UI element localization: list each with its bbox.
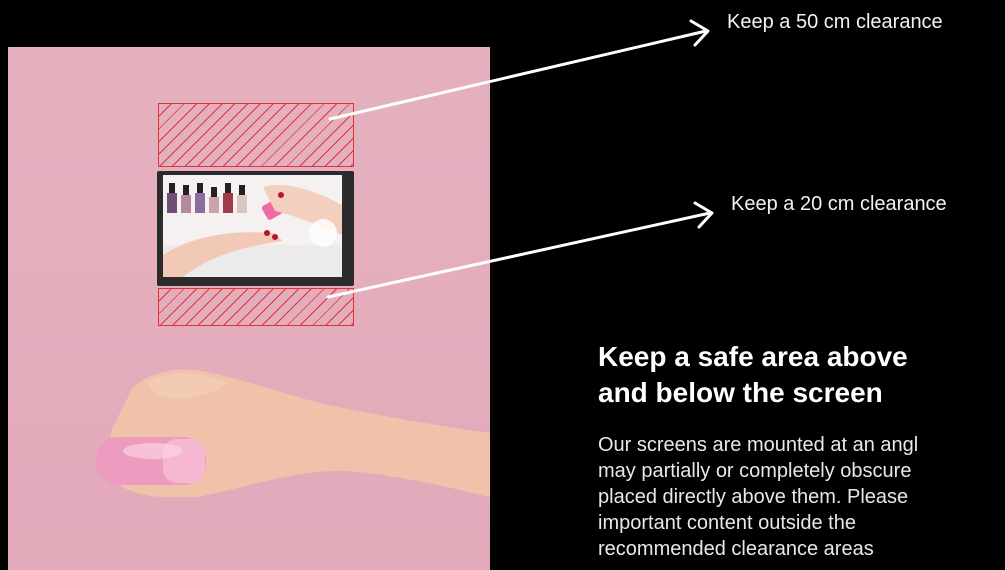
top-clearance-label: Keep a 50 cm clearance	[727, 11, 943, 33]
bottom-clearance-label: Keep a 20 cm clearance	[731, 193, 947, 215]
body-line-2: may partially or completely obscure	[598, 460, 912, 482]
description-text: Our screens are mounted at an angl may p…	[598, 432, 1005, 562]
body-line-1: Our screens are mounted at an angl	[598, 434, 919, 456]
heading-line-1: Keep a safe area above	[598, 341, 908, 372]
top-pointer-line	[328, 29, 708, 121]
body-line-5: recommended clearance areas	[598, 538, 874, 560]
section-heading: Keep a safe area above and below the scr…	[598, 339, 1005, 411]
body-line-3: placed directly above them. Please	[598, 486, 909, 508]
body-line-4: important content outside the	[598, 512, 856, 534]
bottom-pointer-line	[326, 211, 712, 299]
heading-line-2: and below the screen	[598, 377, 883, 408]
